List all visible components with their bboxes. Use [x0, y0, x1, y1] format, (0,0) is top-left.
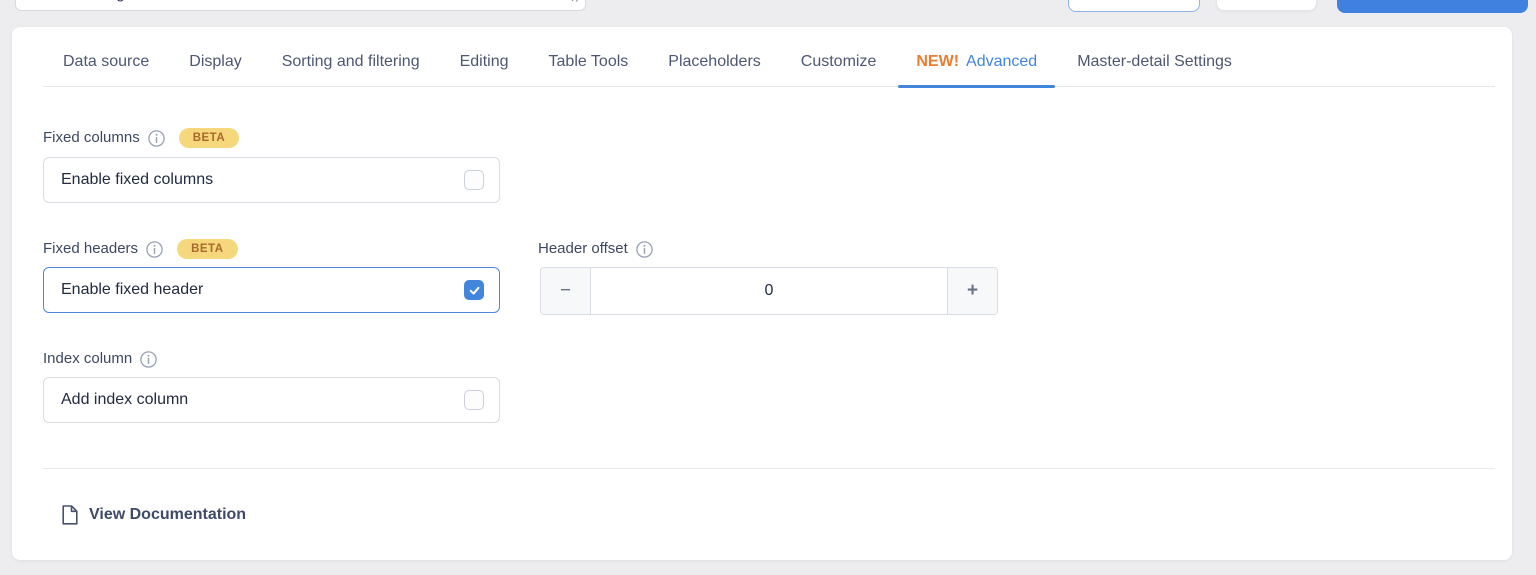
add-index-column-label: Add index column — [61, 391, 189, 408]
header-offset-stepper: − 0 + — [540, 267, 998, 315]
resize-handle-icon[interactable] — [570, 0, 582, 8]
toolbar-primary-button[interactable] — [1337, 0, 1528, 13]
document-icon — [62, 505, 78, 525]
index-column-label-row: Index column — [43, 348, 157, 369]
enable-fixed-header-row[interactable]: Enable fixed header — [43, 267, 500, 313]
beta-badge: BETA — [177, 238, 238, 259]
view-documentation-link[interactable]: View Documentation — [62, 505, 246, 525]
enable-fixed-header-checkbox[interactable] — [464, 280, 484, 300]
decrement-button[interactable]: − — [541, 268, 591, 314]
textarea[interactable]: g — [15, 0, 586, 11]
info-icon[interactable] — [636, 240, 653, 258]
enable-fixed-columns-checkbox[interactable] — [464, 170, 484, 190]
enable-fixed-header-label: Enable fixed header — [61, 281, 204, 298]
add-index-column-row[interactable]: Add index column — [43, 377, 500, 423]
tab-master-detail-settings[interactable]: Master-detail Settings — [1057, 38, 1252, 86]
tab-placeholders[interactable]: Placeholders — [648, 38, 781, 86]
enable-fixed-columns-row[interactable]: Enable fixed columns — [43, 157, 500, 203]
fixed-columns-label-row: Fixed columns BETA — [43, 127, 240, 148]
tab-editing[interactable]: Editing — [440, 38, 529, 86]
divider — [43, 468, 1495, 469]
add-index-column-checkbox[interactable] — [464, 390, 484, 410]
info-icon[interactable] — [140, 350, 157, 368]
fixed-columns-label: Fixed columns — [43, 129, 140, 146]
new-flag: NEW! — [916, 53, 960, 70]
beta-badge: BETA — [178, 127, 240, 148]
tab-sorting-and-filtering[interactable]: Sorting and filtering — [262, 38, 440, 86]
settings-page: g Data source Display Sorting and filter… — [0, 0, 1536, 575]
fixed-headers-label-row: Fixed headers BETA — [43, 238, 238, 259]
fixed-headers-label: Fixed headers — [43, 240, 139, 257]
textarea-text: g — [116, 0, 125, 2]
header-offset-label: Header offset — [538, 240, 628, 257]
tab-advanced[interactable]: NEW! Advanced — [896, 38, 1057, 88]
info-icon[interactable] — [146, 240, 163, 258]
tab-display[interactable]: Display — [169, 38, 261, 86]
index-column-label: Index column — [43, 350, 133, 367]
header-offset-label-row: Header offset — [538, 238, 653, 259]
info-icon[interactable] — [147, 129, 165, 147]
toolbar-secondary-button[interactable] — [1068, 0, 1200, 12]
view-documentation-label: View Documentation — [89, 506, 247, 523]
tab-bar: Data source Display Sorting and filterin… — [43, 38, 1495, 88]
tab-data-source[interactable]: Data source — [43, 38, 169, 86]
toolbar-cancel-button[interactable] — [1216, 0, 1317, 11]
tab-customize[interactable]: Customize — [781, 38, 897, 86]
settings-card: Data source Display Sorting and filterin… — [12, 27, 1512, 560]
tab-table-tools[interactable]: Table Tools — [529, 38, 649, 86]
header-offset-input[interactable]: 0 — [591, 268, 947, 314]
enable-fixed-columns-label: Enable fixed columns — [61, 171, 214, 188]
increment-button[interactable]: + — [947, 268, 997, 314]
